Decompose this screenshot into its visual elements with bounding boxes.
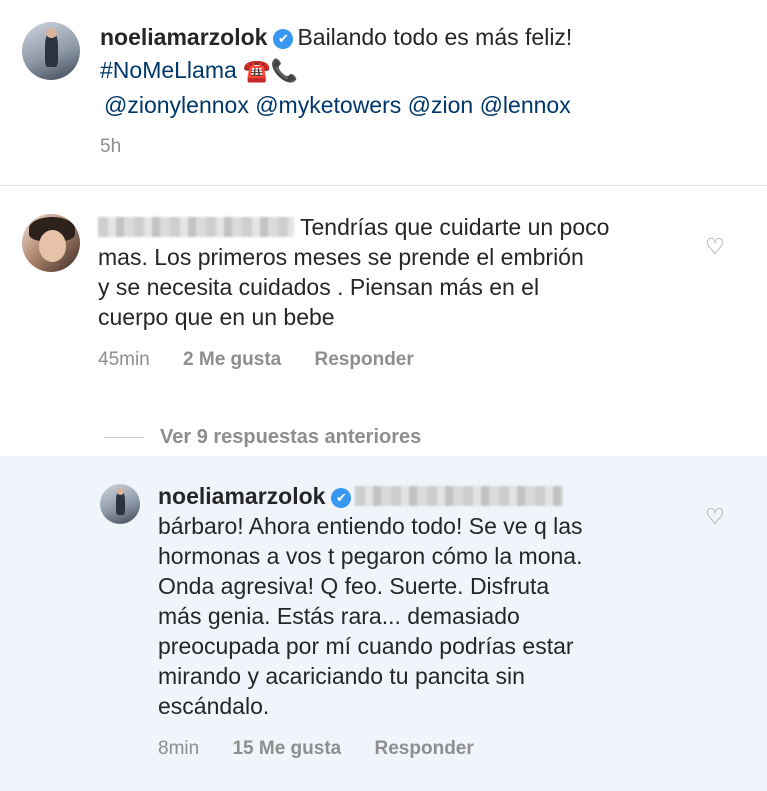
reply-reply-button[interactable]: Responder	[375, 738, 474, 759]
caption-line-1: noeliamarzolok ✔ Bailando todo es más feli…	[100, 22, 572, 52]
verified-badge-icon: ✔	[273, 29, 294, 49]
commenter-avatar[interactable]	[22, 214, 80, 272]
blurred-username	[98, 217, 294, 237]
view-previous-replies[interactable]: Ver 9 respuestas anteriores	[104, 426, 421, 449]
highlighted-reply: noeliamarzolok ✔ bárbaro! Ahora entiendo …	[0, 456, 767, 791]
reply-username[interactable]: noeliamarzolok	[158, 483, 325, 509]
comment-actions: 45min 2 Me gusta Responder	[98, 349, 442, 371]
post-caption: noeliamarzolok ✔ Bailando todo es más feli…	[0, 0, 767, 186]
reply-like-heart-icon[interactable]: ♡	[704, 506, 726, 528]
comment-body: Tendrías que cuidarte un poco mas. Los p…	[98, 214, 610, 330]
caption-text: Bailando todo es más feliz!	[297, 24, 573, 50]
comment-reply-button[interactable]: Responder	[315, 349, 414, 370]
telephone-emoji: ☎️	[243, 58, 271, 83]
caption-line-2: #NoMeLlama ☎️📞	[100, 55, 298, 86]
phone-receiver-emoji: 📞	[270, 58, 298, 83]
comment-time: 45min	[98, 349, 150, 370]
mentions-line[interactable]: @zionylennox @myketowers @zion @lennox	[104, 90, 571, 120]
post-author-avatar[interactable]	[22, 22, 80, 80]
reply-time: 8min	[158, 738, 200, 759]
reply-body: noeliamarzolok ✔ bárbaro! Ahora entiendo …	[158, 483, 583, 719]
blurred-mention	[355, 486, 564, 506]
reply-likes[interactable]: 15 Me gusta	[232, 738, 341, 759]
post-timestamp: 5h	[100, 136, 122, 157]
reply-author-avatar[interactable]	[100, 484, 140, 524]
comment-like-heart-icon[interactable]: ♡	[704, 236, 726, 258]
post-username[interactable]: noeliamarzolok	[100, 24, 267, 50]
reply-actions: 8min 15 Me gusta Responder	[158, 738, 502, 760]
hashtag-link[interactable]: #NoMeLlama	[100, 57, 237, 83]
comment-likes[interactable]: 2 Me gusta	[183, 349, 281, 370]
replies-divider	[104, 437, 144, 439]
verified-badge-icon: ✔	[331, 488, 352, 508]
